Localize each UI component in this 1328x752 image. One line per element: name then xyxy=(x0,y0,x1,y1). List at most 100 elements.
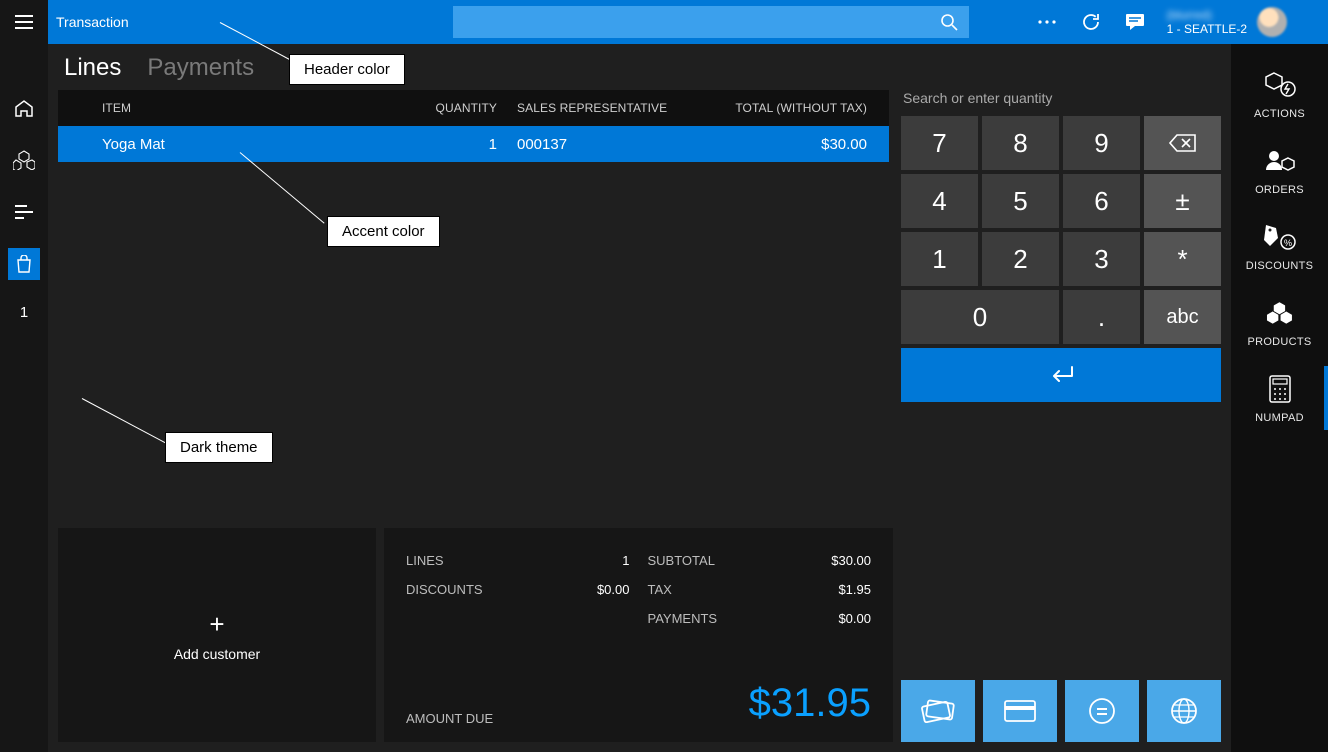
payment-buttons xyxy=(901,528,1221,742)
col-total: TOTAL (WITHOUT TAX) xyxy=(697,101,867,115)
numpad-icon xyxy=(1269,375,1291,403)
refresh-icon xyxy=(1081,12,1101,32)
left-nav: 1 xyxy=(0,44,48,752)
page-title: Transaction xyxy=(48,14,129,30)
right-sidebar: ACTIONS ORDERS % DISCOUNTS PRODUCTS NUMP… xyxy=(1231,44,1328,752)
subtotal-value: $30.00 xyxy=(831,553,871,568)
totals-panel: LINES1 DISCOUNTS$0.00 SUBTOTAL$30.00 TAX… xyxy=(384,528,893,742)
search-icon xyxy=(940,13,958,31)
key-5[interactable]: 5 xyxy=(982,174,1059,228)
user-name: (blurred) xyxy=(1167,8,1247,22)
key-enter[interactable] xyxy=(901,348,1221,402)
header-search xyxy=(453,6,969,38)
key-4[interactable]: 4 xyxy=(901,174,978,228)
cash-icon xyxy=(921,698,955,724)
card-icon xyxy=(1004,700,1036,722)
numpad: 7 8 9 4 5 6 ± 1 2 3 * 0 . abc xyxy=(901,116,1221,402)
store-label: 1 - SEATTLE-2 xyxy=(1167,22,1247,36)
rb-numpad[interactable]: NUMPAD xyxy=(1231,360,1328,436)
key-9[interactable]: 9 xyxy=(1063,116,1140,170)
search-button[interactable] xyxy=(929,6,969,38)
col-sales-rep: SALES REPRESENTATIVE xyxy=(517,101,697,115)
tax-label: TAX xyxy=(648,582,672,597)
amount-due-label: AMOUNT DUE xyxy=(406,711,493,726)
pay-card-button[interactable] xyxy=(983,680,1057,742)
rb-products[interactable]: PRODUCTS xyxy=(1231,284,1328,360)
subtotal-label: SUBTOTAL xyxy=(648,553,715,568)
table-row[interactable]: Yoga Mat 1 000137 $30.00 xyxy=(58,126,889,162)
user-block[interactable]: (blurred) 1 - SEATTLE-2 xyxy=(1167,7,1287,37)
key-abc[interactable]: abc xyxy=(1144,290,1221,344)
list-icon xyxy=(15,205,33,219)
amount-due-value: $31.95 xyxy=(749,681,871,726)
enter-icon xyxy=(1048,365,1074,385)
payments-value: $0.00 xyxy=(838,611,871,626)
key-7[interactable]: 7 xyxy=(901,116,978,170)
rb-orders[interactable]: ORDERS xyxy=(1231,132,1328,208)
rb-actions[interactable]: ACTIONS xyxy=(1231,56,1328,132)
key-6[interactable]: 6 xyxy=(1063,174,1140,228)
nav-inventory[interactable] xyxy=(8,144,40,176)
refresh-button[interactable] xyxy=(1079,10,1103,34)
discounts-label: DISCOUNTS xyxy=(406,582,483,597)
boxes-icon xyxy=(13,150,35,170)
pay-other-button[interactable] xyxy=(1147,680,1221,742)
globe-icon xyxy=(1169,696,1199,726)
chat-icon xyxy=(1125,13,1145,31)
tax-value: $1.95 xyxy=(838,582,871,597)
numpad-column: Search or enter quantity 7 8 9 4 5 6 ± 1… xyxy=(901,90,1221,520)
products-icon xyxy=(1265,301,1295,325)
add-customer-label: Add customer xyxy=(174,646,260,662)
numpad-label: Search or enter quantity xyxy=(901,90,1221,116)
key-1[interactable]: 1 xyxy=(901,232,978,286)
tabs: Lines Payments xyxy=(58,44,1221,90)
plus-icon: + xyxy=(209,609,224,640)
lines-value: 1 xyxy=(622,553,629,568)
header-right: (blurred) 1 - SEATTLE-2 xyxy=(969,7,1301,37)
bag-icon xyxy=(16,255,32,273)
cell-qty: 1 xyxy=(407,136,517,153)
cell-total: $30.00 xyxy=(697,136,867,153)
lines-column: ITEM QUANTITY SALES REPRESENTATIVE TOTAL… xyxy=(58,90,889,520)
more-button[interactable] xyxy=(1035,10,1059,34)
key-8[interactable]: 8 xyxy=(982,116,1059,170)
pay-cash-button[interactable] xyxy=(901,680,975,742)
tab-payments[interactable]: Payments xyxy=(147,54,254,82)
key-2[interactable]: 2 xyxy=(982,232,1059,286)
backspace-icon xyxy=(1169,134,1197,152)
search-input[interactable] xyxy=(453,14,929,30)
rb-discounts[interactable]: % DISCOUNTS xyxy=(1231,208,1328,284)
nav-badge: 1 xyxy=(20,304,28,321)
main-area: Lines Payments ITEM QUANTITY SALES REPRE… xyxy=(48,44,1231,752)
actions-icon xyxy=(1264,71,1296,99)
bottom-panels: + Add customer LINES1 DISCOUNTS$0.00 SUB… xyxy=(58,528,1221,742)
nav-transaction[interactable] xyxy=(8,248,40,280)
payments-label: PAYMENTS xyxy=(648,611,718,626)
nav-list[interactable] xyxy=(8,196,40,228)
key-plusminus[interactable]: ± xyxy=(1144,174,1221,228)
menu-icon xyxy=(15,15,33,29)
orders-icon xyxy=(1264,148,1296,174)
svg-text:%: % xyxy=(1283,238,1291,248)
avatar xyxy=(1257,7,1287,37)
cell-item: Yoga Mat xyxy=(102,136,407,153)
ellipsis-icon xyxy=(1037,19,1057,25)
col-quantity: QUANTITY xyxy=(407,101,517,115)
message-button[interactable] xyxy=(1123,10,1147,34)
discounts-value: $0.00 xyxy=(597,582,630,597)
nav-home[interactable] xyxy=(8,92,40,124)
cell-rep: 000137 xyxy=(517,136,697,153)
key-0[interactable]: 0 xyxy=(901,290,1059,344)
app-header: Transaction (blurred) 1 - SEATTLE-2 xyxy=(0,0,1328,44)
home-icon xyxy=(14,99,34,117)
key-backspace[interactable] xyxy=(1144,116,1221,170)
hamburger-button[interactable] xyxy=(0,0,48,44)
tab-lines[interactable]: Lines xyxy=(64,54,121,82)
key-dot[interactable]: . xyxy=(1063,290,1140,344)
add-customer-button[interactable]: + Add customer xyxy=(58,528,376,742)
discounts-icon: % xyxy=(1264,223,1296,251)
key-3[interactable]: 3 xyxy=(1063,232,1140,286)
key-star[interactable]: * xyxy=(1144,232,1221,286)
pay-exact-button[interactable] xyxy=(1065,680,1139,742)
col-item: ITEM xyxy=(102,101,407,115)
